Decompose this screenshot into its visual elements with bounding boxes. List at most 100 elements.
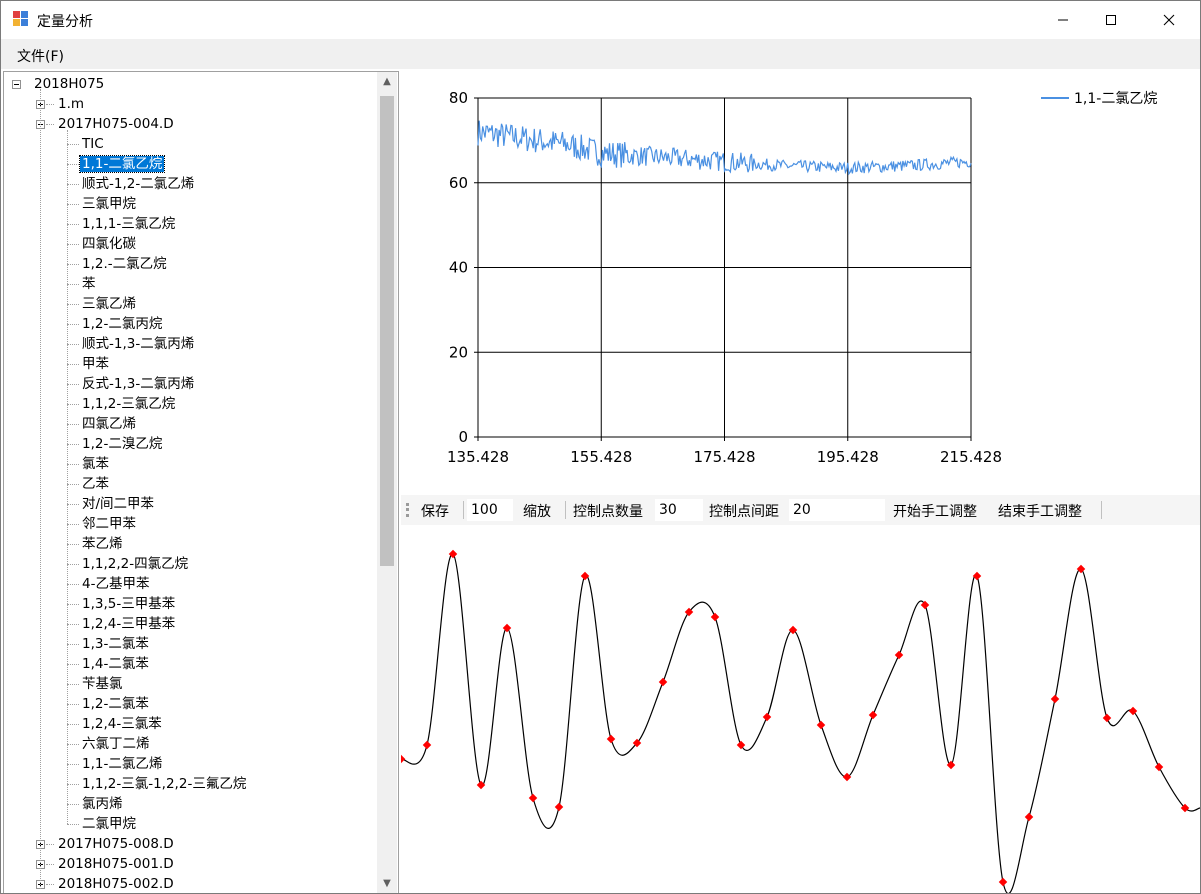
adjust-curve <box>401 553 1200 893</box>
tree-node-sample[interactable]: 2017H075-008.D <box>56 834 176 854</box>
tree-node-compound[interactable]: 1,2-二氯丙烷 <box>80 314 164 334</box>
control-point[interactable] <box>868 710 878 720</box>
tree-item-label: 1,1-二氯乙烷 <box>78 155 166 173</box>
control-point[interactable] <box>736 740 746 750</box>
tree-node-compound[interactable]: 1,1-二氯乙烯 <box>80 754 164 774</box>
control-point[interactable] <box>1154 762 1164 772</box>
minimize-button[interactable] <box>1040 1 1086 39</box>
control-point[interactable] <box>920 600 930 610</box>
tree-node-sample[interactable]: 1.m <box>56 94 86 114</box>
menu-file[interactable]: 文件(F) <box>17 46 64 66</box>
tree-node-compound[interactable]: TIC <box>80 134 106 154</box>
control-point[interactable] <box>658 677 668 687</box>
tree-node-sample[interactable]: 2017H075-004.D <box>56 114 176 134</box>
control-spacing-input[interactable] <box>789 499 885 521</box>
tree-node-compound[interactable]: 甲苯 <box>80 354 111 374</box>
tree-connector <box>67 644 79 645</box>
tree-node-compound[interactable]: 1,2-二溴乙烷 <box>80 434 164 454</box>
tree-node-sample[interactable]: 2018H075-001.D <box>56 854 176 874</box>
tree-item-label: 顺式-1,3-二氯丙烯 <box>82 336 195 352</box>
tree-node-compound[interactable]: 4-乙基甲苯 <box>80 574 151 594</box>
tree-node-compound[interactable]: 1,1,1-三氯乙烷 <box>80 214 177 234</box>
control-point[interactable] <box>502 623 512 633</box>
tree-node-compound[interactable]: 1,1,2-三氯-1,2,2-三氟乙烷 <box>80 774 248 794</box>
tree-node-compound[interactable]: 苄基氯 <box>80 674 125 694</box>
tree-connector <box>46 864 54 865</box>
tree-node-compound[interactable]: 苯 <box>80 274 98 294</box>
control-point[interactable] <box>422 740 432 750</box>
tree-item-label: 反式-1,3-二氯丙烯 <box>82 376 195 392</box>
tree-item-label: 1,3,5-三甲基苯 <box>82 596 176 612</box>
control-point[interactable] <box>1024 812 1034 822</box>
tree-node-compound[interactable]: 反式-1,3-二氯丙烯 <box>80 374 196 394</box>
tree-node-compound[interactable]: 1,3-二氯苯 <box>80 634 151 654</box>
tree-node-compound[interactable]: 四氯化碳 <box>80 234 138 254</box>
control-point[interactable] <box>528 793 538 803</box>
end-manual-adjust-button[interactable]: 结束手工调整 <box>998 501 1082 521</box>
tree-node-compound[interactable]: 三氯乙烯 <box>80 294 138 314</box>
tree-scrollbar[interactable]: ▲ ▼ <box>377 72 397 893</box>
control-point[interactable] <box>1102 713 1112 723</box>
tree-node-compound[interactable]: 六氯丁二烯 <box>80 734 152 754</box>
tree-node-compound[interactable]: 氯苯 <box>80 454 111 474</box>
tree-item-label: 乙苯 <box>82 476 109 492</box>
tree-item-label: 邻二甲苯 <box>82 516 136 532</box>
control-point[interactable] <box>998 877 1008 887</box>
tree-node-compound[interactable]: 1,3,5-三甲基苯 <box>80 594 177 614</box>
toolbar-grip[interactable] <box>406 503 412 517</box>
control-point[interactable] <box>894 650 904 660</box>
tree-item-label: 1,1,2-三氯-1,2,2-三氟乙烷 <box>82 776 247 792</box>
tree-connector <box>67 584 79 585</box>
control-point[interactable] <box>1050 694 1060 704</box>
zoom-input[interactable] <box>467 499 513 521</box>
tree-node-compound[interactable]: 邻二甲苯 <box>80 514 138 534</box>
scroll-thumb[interactable] <box>380 96 394 566</box>
tree-node-compound[interactable]: 苯乙烯 <box>80 534 125 554</box>
tree-connector <box>67 244 79 245</box>
control-point[interactable] <box>710 612 720 622</box>
scroll-down-icon[interactable]: ▼ <box>377 874 397 893</box>
tree-node-compound[interactable]: 1,2-二氯苯 <box>80 694 151 714</box>
tree-node-compound[interactable]: 1,1-二氯乙烷 <box>78 154 166 174</box>
collapse-icon[interactable] <box>12 80 21 89</box>
close-button[interactable] <box>1146 1 1192 39</box>
tree-item-label: TIC <box>82 136 104 152</box>
control-spacing-label: 控制点间距 <box>709 504 779 520</box>
line-chart[interactable]: 135.428 155.428 175.428 195.428 215.428 0 20 40… <box>401 71 1200 491</box>
maximize-button[interactable] <box>1088 1 1134 39</box>
control-count-input[interactable] <box>655 499 703 521</box>
curve-edit-panel[interactable] <box>401 527 1200 893</box>
control-point[interactable] <box>842 772 852 782</box>
control-point[interactable] <box>606 734 616 744</box>
start-manual-adjust-button[interactable]: 开始手工调整 <box>893 501 977 521</box>
tree-node-compound[interactable]: 1,4-二氯苯 <box>80 654 151 674</box>
control-point[interactable] <box>762 712 772 722</box>
tree-node-compound[interactable]: 顺式-1,2-二氯乙烯 <box>80 174 196 194</box>
tree-node-compound[interactable]: 1,2.-二氯乙烷 <box>80 254 169 274</box>
tree-node-compound[interactable]: 顺式-1,3-二氯丙烯 <box>80 334 196 354</box>
control-point[interactable] <box>816 720 826 730</box>
tree-node-compound[interactable]: 四氯乙烯 <box>80 414 138 434</box>
tree-node-compound[interactable]: 1,1,2,2-四氯乙烷 <box>80 554 190 574</box>
tree-node-compound[interactable]: 1,1,2-三氯乙烷 <box>80 394 177 414</box>
control-curve[interactable] <box>401 527 1200 893</box>
maximize-icon <box>1106 15 1116 25</box>
tree-node-compound[interactable]: 氯丙烯 <box>80 794 125 814</box>
tree-node-compound[interactable]: 乙苯 <box>80 474 111 494</box>
curve-toolbar: 保存 缩放 控制点数量 控制点间距 开始手工调整 结束手工调整 <box>401 495 1200 525</box>
control-point[interactable] <box>401 754 406 764</box>
tree-item-label: 1,2.-二氯乙烷 <box>82 256 167 272</box>
scroll-up-icon[interactable]: ▲ <box>377 72 397 92</box>
tree-node-compound[interactable]: 二氯甲烷 <box>80 814 138 834</box>
tree-node-compound[interactable]: 1,2,4-三氯苯 <box>80 714 164 734</box>
zoom-button[interactable]: 缩放 <box>523 501 551 521</box>
tree-item-label: 甲苯 <box>82 356 109 372</box>
tree-node-sample[interactable]: 2018H075-002.D <box>56 874 176 893</box>
y-tick-label: 20 <box>449 343 468 361</box>
control-point[interactable] <box>554 802 564 812</box>
tree-node-root[interactable]: 2018H075 <box>32 74 106 94</box>
tree-node-compound[interactable]: 1,2,4-三甲基苯 <box>80 614 177 634</box>
tree-node-compound[interactable]: 三氯甲烷 <box>80 194 138 214</box>
tree-node-compound[interactable]: 对/间二甲苯 <box>80 494 156 514</box>
save-button[interactable]: 保存 <box>421 501 449 521</box>
